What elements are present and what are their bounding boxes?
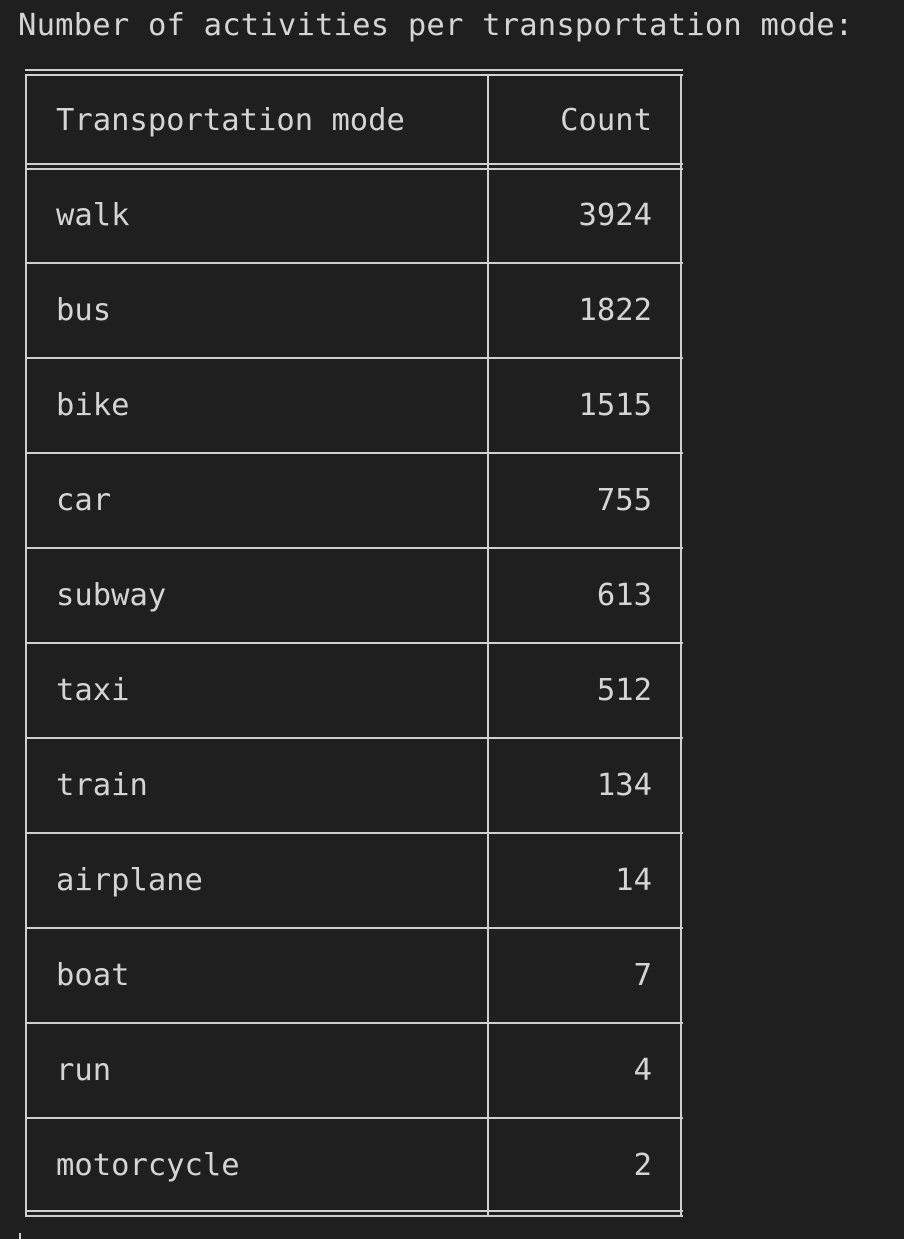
row-count: 1515 xyxy=(578,388,652,423)
transportation-mode-table: Transportation mode Count walk 3924 bus 182… xyxy=(25,69,683,1218)
header-bottom-border xyxy=(25,163,683,165)
row-separator xyxy=(25,832,683,834)
header-bottom-border xyxy=(25,168,683,170)
row-separator xyxy=(25,1117,683,1119)
row-count: 14 xyxy=(615,863,652,898)
row-mode: bus xyxy=(56,293,112,328)
row-mode: subway xyxy=(56,578,167,613)
row-separator xyxy=(25,737,683,739)
row-mode: taxi xyxy=(56,673,130,708)
row-count: 613 xyxy=(596,578,652,613)
row-mode: run xyxy=(56,1053,112,1088)
header-transportation-mode: Transportation mode xyxy=(56,103,405,138)
row-count: 7 xyxy=(633,958,652,993)
row-separator xyxy=(25,357,683,359)
table-left-border xyxy=(25,74,27,1216)
table-bottom-border xyxy=(25,1215,683,1217)
row-separator xyxy=(25,262,683,264)
row-count: 134 xyxy=(596,768,652,803)
row-count: 512 xyxy=(596,673,652,708)
row-mode: boat xyxy=(56,958,130,993)
column-divider xyxy=(487,74,489,1216)
row-mode: airplane xyxy=(56,863,203,898)
row-separator xyxy=(25,547,683,549)
terminal-cursor xyxy=(19,1233,21,1239)
table-bottom-border xyxy=(25,1210,683,1212)
row-separator xyxy=(25,452,683,454)
row-count: 2 xyxy=(633,1148,652,1183)
row-separator xyxy=(25,927,683,929)
table-right-border xyxy=(680,74,682,1216)
header-count: Count xyxy=(560,103,652,138)
row-mode: train xyxy=(56,768,148,803)
output-title: Number of activities per transportation … xyxy=(18,8,854,43)
row-count: 755 xyxy=(596,483,652,518)
row-count: 4 xyxy=(633,1053,652,1088)
table-top-border xyxy=(25,69,683,71)
row-mode: walk xyxy=(56,198,130,233)
row-separator xyxy=(25,642,683,644)
table-top-border xyxy=(25,74,683,76)
row-mode: car xyxy=(56,483,112,518)
row-mode: motorcycle xyxy=(56,1148,240,1183)
row-count: 1822 xyxy=(578,293,652,328)
row-mode: bike xyxy=(56,388,130,423)
row-separator xyxy=(25,1022,683,1024)
row-count: 3924 xyxy=(578,198,652,233)
